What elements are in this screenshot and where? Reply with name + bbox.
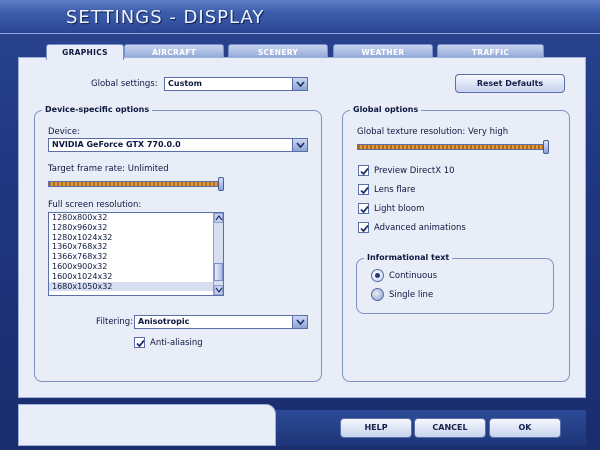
footer-info-area [18,404,276,446]
informational-text-title: Informational text [364,253,453,262]
resolution-list[interactable]: 1280x800x32 1280x960x32 1280x1024x32 1360x7… [48,212,224,296]
scroll-thumb[interactable] [214,263,223,281]
lens-flare-label: Lens flare [374,185,416,195]
checkmark-icon [360,224,369,233]
slider-thumb[interactable] [218,177,224,191]
resolution-list-item[interactable]: 1600x900x32 [49,262,223,272]
single-line-radio[interactable] [371,288,384,301]
single-line-label: Single line [389,290,434,300]
texture-resolution-label: Global texture resolution: Very high [357,127,509,137]
chevron-down-icon[interactable] [292,78,307,90]
chevron-down-icon[interactable] [292,316,307,328]
lens-flare-checkbox[interactable] [358,184,369,195]
frame-rate-label: Target frame rate: Unlimited [48,164,169,174]
global-settings-label: Global settings: [91,79,158,89]
advanced-animations-checkbox[interactable] [358,222,369,233]
checkmark-icon [360,167,369,176]
frame-rate-slider[interactable] [48,177,224,191]
title-bar: SETTINGS - DISPLAY [0,0,600,34]
informational-text-group [356,258,554,314]
reset-defaults-button[interactable]: Reset Defaults [455,74,565,93]
ok-button[interactable]: OK [489,418,561,438]
global-options-title: Global options [350,105,422,114]
directx10-checkbox[interactable] [358,165,369,176]
device-options-title: Device-specific options [42,105,153,114]
settings-window: SETTINGS - DISPLAY GRAPHICS AIRCRAFT SCE… [0,0,600,450]
light-bloom-label: Light bloom [374,204,425,214]
antialiasing-checkbox[interactable] [134,337,145,348]
resolution-scrollbar[interactable] [213,213,223,295]
device-select[interactable]: NVIDIA GeForce GTX 770.0.0 [48,138,308,152]
device-label: Device: [48,127,80,137]
tab-graphics[interactable]: GRAPHICS [46,44,124,60]
texture-resolution-slider[interactable] [357,140,549,154]
filtering-value: Anisotropic [138,317,190,326]
resolution-list-item[interactable]: 1360x768x32 [49,242,223,252]
light-bloom-checkbox[interactable] [358,203,369,214]
resolution-list-item[interactable]: 1680x1050x32 [49,281,223,292]
filtering-label: Filtering: [96,317,134,327]
resolution-list-item[interactable]: 1280x960x32 [49,223,223,233]
help-button[interactable]: HELP [340,418,412,438]
radio-dot-icon [375,273,380,278]
checkmark-icon [360,205,369,214]
global-settings-value: Custom [168,79,202,88]
slider-thumb[interactable] [543,140,549,154]
continuous-label: Continuous [389,271,438,281]
advanced-animations-label: Advanced animations [374,223,466,233]
checkmark-icon [360,186,369,195]
checkmark-icon [136,339,145,348]
resolution-label: Full screen resolution: [48,200,142,210]
resolution-list-item[interactable]: 1280x1024x32 [49,233,223,243]
resolution-list-item[interactable]: 1280x800x32 [49,213,223,223]
chevron-down-icon[interactable] [292,139,307,151]
directx10-label: Preview DirectX 10 [374,166,455,176]
global-settings-select[interactable]: Custom [164,77,308,91]
antialiasing-label: Anti-aliasing [150,338,203,348]
resolution-list-item[interactable]: 1366x768x32 [49,252,223,262]
device-value: NVIDIA GeForce GTX 770.0.0 [52,140,181,149]
scroll-down-icon[interactable] [214,285,223,295]
window-title: SETTINGS - DISPLAY [66,7,265,28]
continuous-radio[interactable] [371,269,384,282]
filtering-select[interactable]: Anisotropic [134,315,308,329]
scroll-up-icon[interactable] [214,213,223,223]
resolution-list-item[interactable]: 1600x1024x32 [49,272,223,282]
cancel-button[interactable]: CANCEL [414,418,486,438]
